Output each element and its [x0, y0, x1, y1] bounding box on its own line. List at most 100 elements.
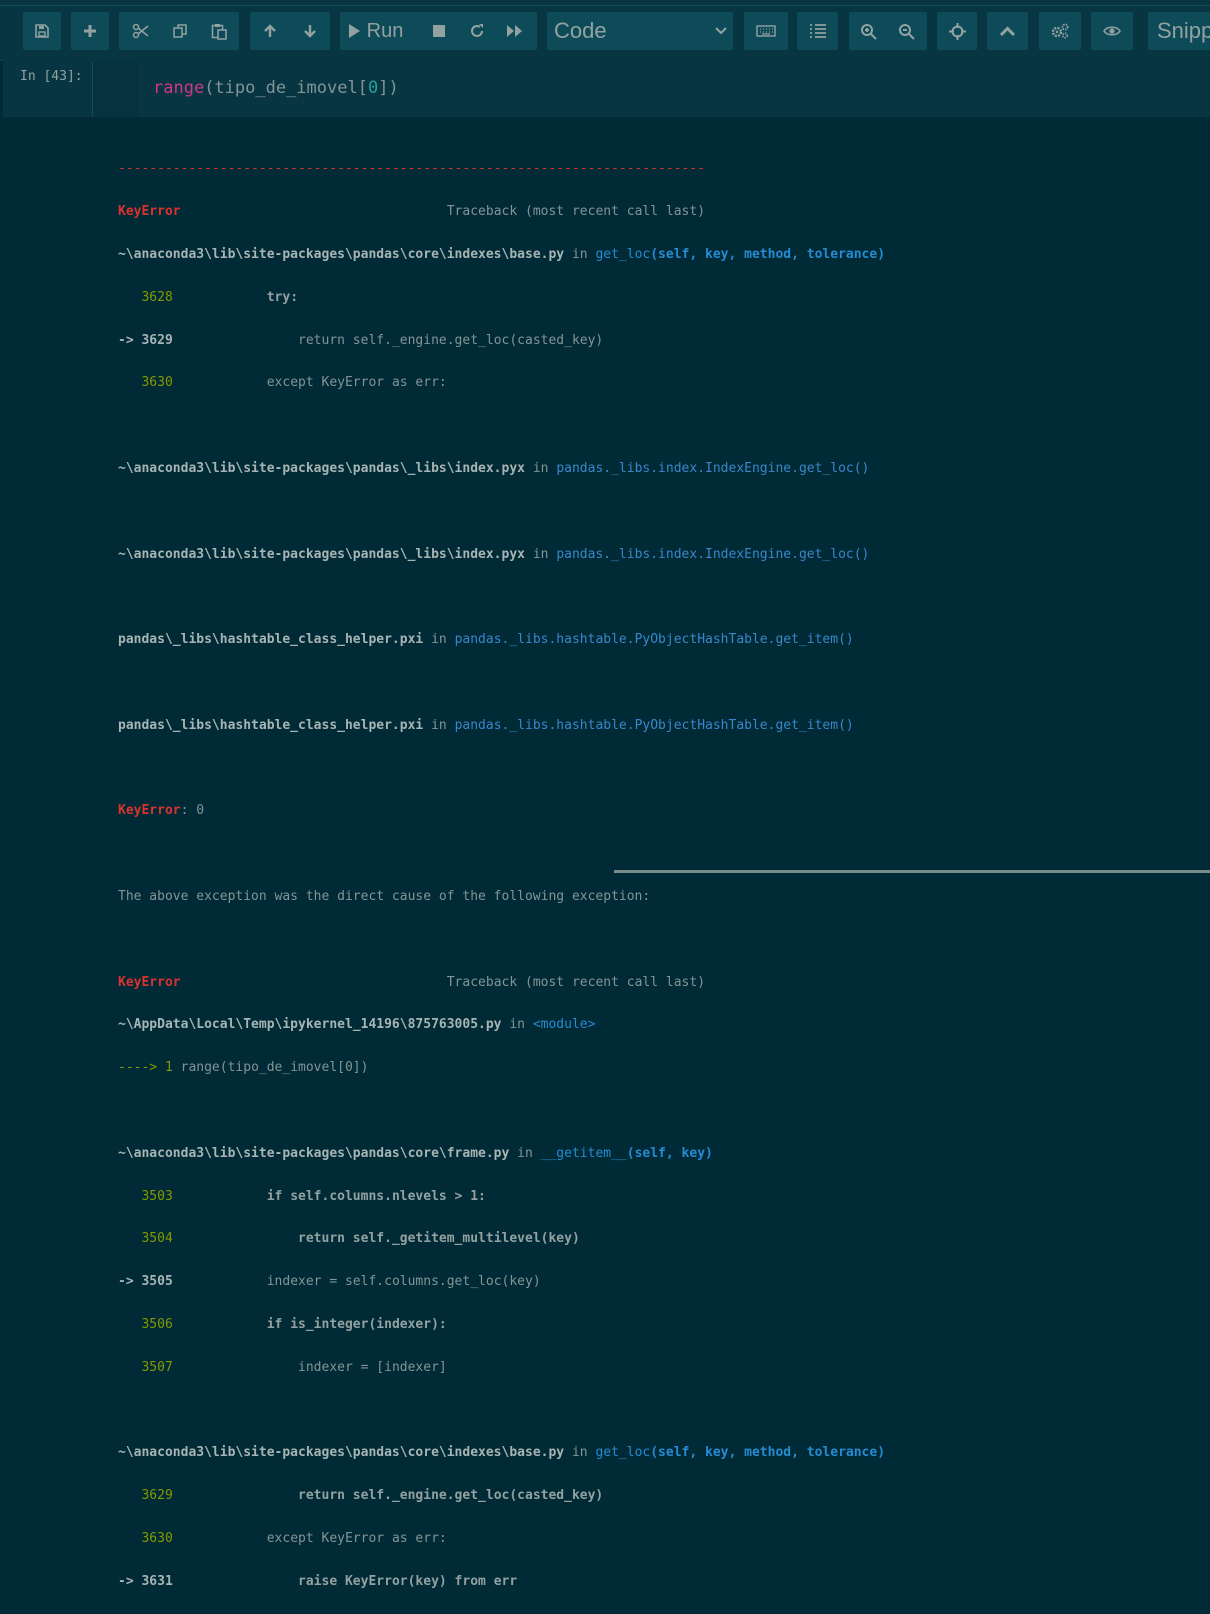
- traceback-text: KeyError: [118, 803, 181, 819]
- traceback-text: 3630: [118, 375, 173, 391]
- traceback-text: pandas._libs.index.IndexEngine.get_loc(): [556, 460, 870, 476]
- code-line-current: -> 3631 raise KeyError(key) from err: [118, 1571, 885, 1592]
- traceback-text: -> 3631: [118, 1573, 173, 1589]
- code-line: 3504 return self._getitem_multilevel(key…: [118, 1228, 885, 1249]
- play-icon: [348, 24, 360, 38]
- code-line: 3503 if self.columns.nlevels > 1:: [118, 1186, 885, 1207]
- paste-button[interactable]: [199, 12, 239, 50]
- restart-button[interactable]: [458, 12, 496, 50]
- traceback-header: KeyError Traceback (most recent call las…: [118, 201, 885, 222]
- plus-icon: [84, 25, 96, 37]
- settings-button[interactable]: [1039, 12, 1081, 50]
- locate-button[interactable]: [937, 12, 977, 50]
- traceback-text: -> 3629: [118, 332, 173, 348]
- cell-type-value: Code: [554, 18, 607, 43]
- save-button[interactable]: [23, 12, 61, 50]
- traceback-text: in: [501, 1017, 533, 1033]
- cell-type-select[interactable]: Code: [547, 12, 733, 50]
- snippets-button[interactable]: Snippets: [1148, 12, 1210, 50]
- traceback-text: return self._getitem_multilevel(key): [172, 1231, 580, 1247]
- traceback-separator: ----------------------------------------…: [118, 158, 885, 179]
- traceback-text: 3628: [118, 289, 173, 305]
- traceback-text: (self, key, method, tolerance): [650, 247, 886, 262]
- traceback-frame: ~\AppData\Local\Temp\ipykernel_14196\875…: [118, 1014, 885, 1035]
- notebook-toolbar: Run Code Snipp: [0, 0, 1210, 61]
- zoom-in-button[interactable]: [849, 12, 888, 50]
- arrow-down-icon: [304, 25, 316, 38]
- traceback-text: __getitem__: [540, 1145, 627, 1161]
- traceback-text: [181, 975, 447, 990]
- traceback-text: 3630: [118, 1530, 173, 1546]
- copy-button[interactable]: [160, 12, 200, 50]
- fast-forward-icon: [507, 25, 522, 37]
- chevron-down-icon: [715, 27, 727, 35]
- preview-button[interactable]: [1091, 12, 1133, 50]
- code-line: 3630 except KeyError as err:: [118, 1528, 885, 1549]
- move-down-button[interactable]: [290, 12, 330, 50]
- list-icon: [809, 24, 826, 38]
- traceback-text: in: [564, 1445, 596, 1461]
- cell-gutter: [92, 62, 138, 117]
- zoom-out-button[interactable]: [887, 12, 926, 50]
- traceback-text: 3503: [118, 1188, 173, 1204]
- traceback-text: Traceback (most recent call last): [446, 204, 706, 220]
- zoom-group: [849, 12, 927, 50]
- interrupt-button[interactable]: [421, 12, 457, 50]
- eye-icon: [1103, 26, 1121, 36]
- traceback-text: pandas._libs.hashtable.PyObjectHashTable…: [454, 632, 854, 648]
- traceback-frame: pandas\_libs\hashtable_class_helper.pxi …: [118, 715, 885, 736]
- traceback-frame: ~\anaconda3\lib\site-packages\pandas\cor…: [118, 1442, 885, 1463]
- traceback-text: try:: [172, 289, 299, 305]
- copy-icon: [173, 24, 187, 38]
- traceback-text: ----> 1: [118, 1060, 181, 1076]
- traceback-text: except KeyError as err:: [172, 1530, 447, 1546]
- traceback-text: pandas._libs.index.IndexEngine.get_loc(): [556, 546, 870, 562]
- traceback-text: 3506: [118, 1316, 173, 1332]
- traceback-text: 3507: [118, 1359, 173, 1375]
- restart-run-all-button[interactable]: [496, 12, 534, 50]
- traceback-output: ----------------------------------------…: [118, 137, 885, 1614]
- insert-cell-button[interactable]: [71, 12, 109, 50]
- command-palette-button[interactable]: [744, 12, 788, 50]
- traceback-text: pandas._libs.hashtable.PyObjectHashTable…: [454, 717, 854, 733]
- input-prompt: In [43]:: [20, 69, 83, 84]
- code-line-current: -> 3629 return self._engine.get_loc(cast…: [118, 330, 885, 351]
- traceback-frame: pandas\_libs\hashtable_class_helper.pxi …: [118, 629, 885, 650]
- traceback-text: ~\anaconda3\lib\site-packages\pandas\cor…: [118, 247, 565, 262]
- code-fn: range: [153, 78, 205, 98]
- traceback-text: raise KeyError(key) from err: [172, 1573, 518, 1589]
- traceback-text: The above exception was the direct cause…: [118, 888, 651, 904]
- cut-button[interactable]: [121, 12, 161, 50]
- gears-icon: [1051, 23, 1069, 39]
- toc-button[interactable]: [797, 12, 838, 50]
- traceback-header: KeyError Traceback (most recent call las…: [118, 972, 885, 993]
- code-line: 3629 return self._engine.get_loc(casted_…: [118, 1485, 885, 1506]
- code-line-current: ----> 1 range(tipo_de_imovel[0]): [118, 1057, 885, 1078]
- run-button[interactable]: Run: [340, 12, 410, 50]
- run-label: Run: [366, 19, 404, 42]
- scissors-icon: [132, 23, 149, 39]
- cell-code[interactable]: range(tipo_de_imovel[0]): [153, 78, 399, 98]
- code-line: 3507 indexer = [indexer]: [118, 1357, 885, 1378]
- move-group: [250, 12, 330, 50]
- traceback-text: in: [423, 632, 455, 648]
- traceback-text: ~\anaconda3\lib\site-packages\pandas\_li…: [118, 460, 525, 476]
- traceback-text: ~\anaconda3\lib\site-packages\pandas\_li…: [118, 546, 525, 562]
- traceback-text: in: [564, 247, 596, 262]
- collapse-button[interactable]: [987, 12, 1028, 50]
- traceback-text: indexer = self.columns.get_loc(key): [172, 1274, 541, 1290]
- run-group: Run: [340, 12, 537, 50]
- move-up-button[interactable]: [250, 12, 290, 50]
- code-line: 3630 except KeyError as err:: [118, 372, 885, 393]
- traceback-text: if is_integer(indexer):: [172, 1316, 447, 1332]
- traceback-text: -> 3505: [118, 1274, 173, 1290]
- traceback-text: ~\anaconda3\lib\site-packages\pandas\cor…: [118, 1145, 510, 1161]
- traceback-text: ~\anaconda3\lib\site-packages\pandas\cor…: [118, 1445, 565, 1461]
- traceback-text: pandas\_libs\hashtable_class_helper.pxi: [118, 717, 424, 733]
- traceback-text: get_loc: [595, 1445, 651, 1461]
